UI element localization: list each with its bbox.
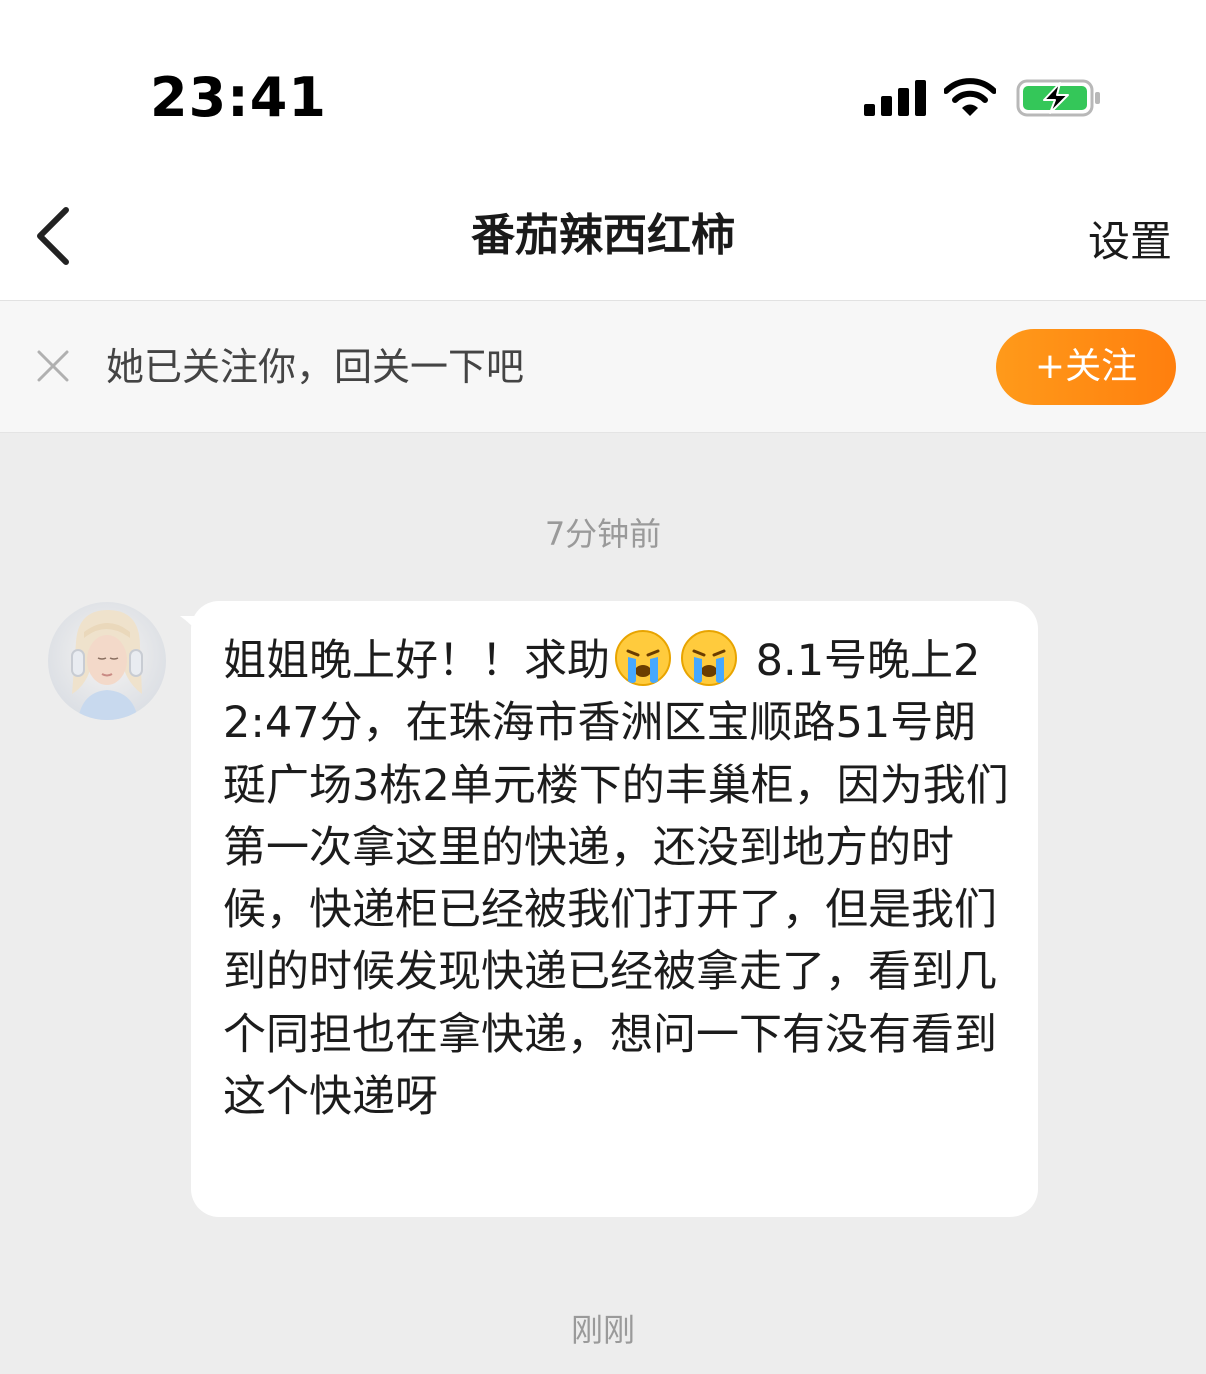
avatar[interactable] [48,602,166,720]
cellular-signal-icon [864,80,926,116]
battery-charging-icon [1016,79,1100,117]
message-text: 姐姐晚上好！！求助 8.1号晚上22:47分，在珠海市香洲区宝顺路51号朗珽广场… [223,629,1013,1128]
follow-button[interactable]: +关注 [996,329,1176,405]
footer-timestamp: 刚刚 [570,1311,635,1349]
message-timestamp: 7分钟前 [544,515,662,553]
follow-back-text: 她已关注你，回关一下吧 [106,345,525,389]
message-bubble[interactable]: 姐姐晚上好！！求助 8.1号晚上22:47分，在珠海市香洲区宝顺路51号朗珽广场… [191,601,1038,1217]
status-time: 23:41 [150,66,327,129]
follow-back-banner: 她已关注你，回关一下吧 +关注 [0,301,1206,433]
settings-button[interactable]: 设置 [1088,212,1172,272]
wifi-icon [944,78,996,116]
chat-title: 番茄辣西红柿 [471,210,735,261]
close-icon[interactable] [36,349,70,383]
crying-face-emoji [615,630,671,686]
nav-bar: 番茄辣西红柿 设置 [0,180,1206,301]
crying-face-emoji [681,630,737,686]
message-text-part-1: 姐姐晚上好！！求助 [223,636,610,686]
status-bar: 23:41 [0,0,1206,180]
chevron-left-icon[interactable] [30,204,74,268]
message-text-part-2: 8.1号晚上22:47分，在珠海市香洲区宝顺路51号朗珽广场3栋2单元楼下的丰巢… [223,636,1009,1123]
avatar-image [48,602,166,720]
